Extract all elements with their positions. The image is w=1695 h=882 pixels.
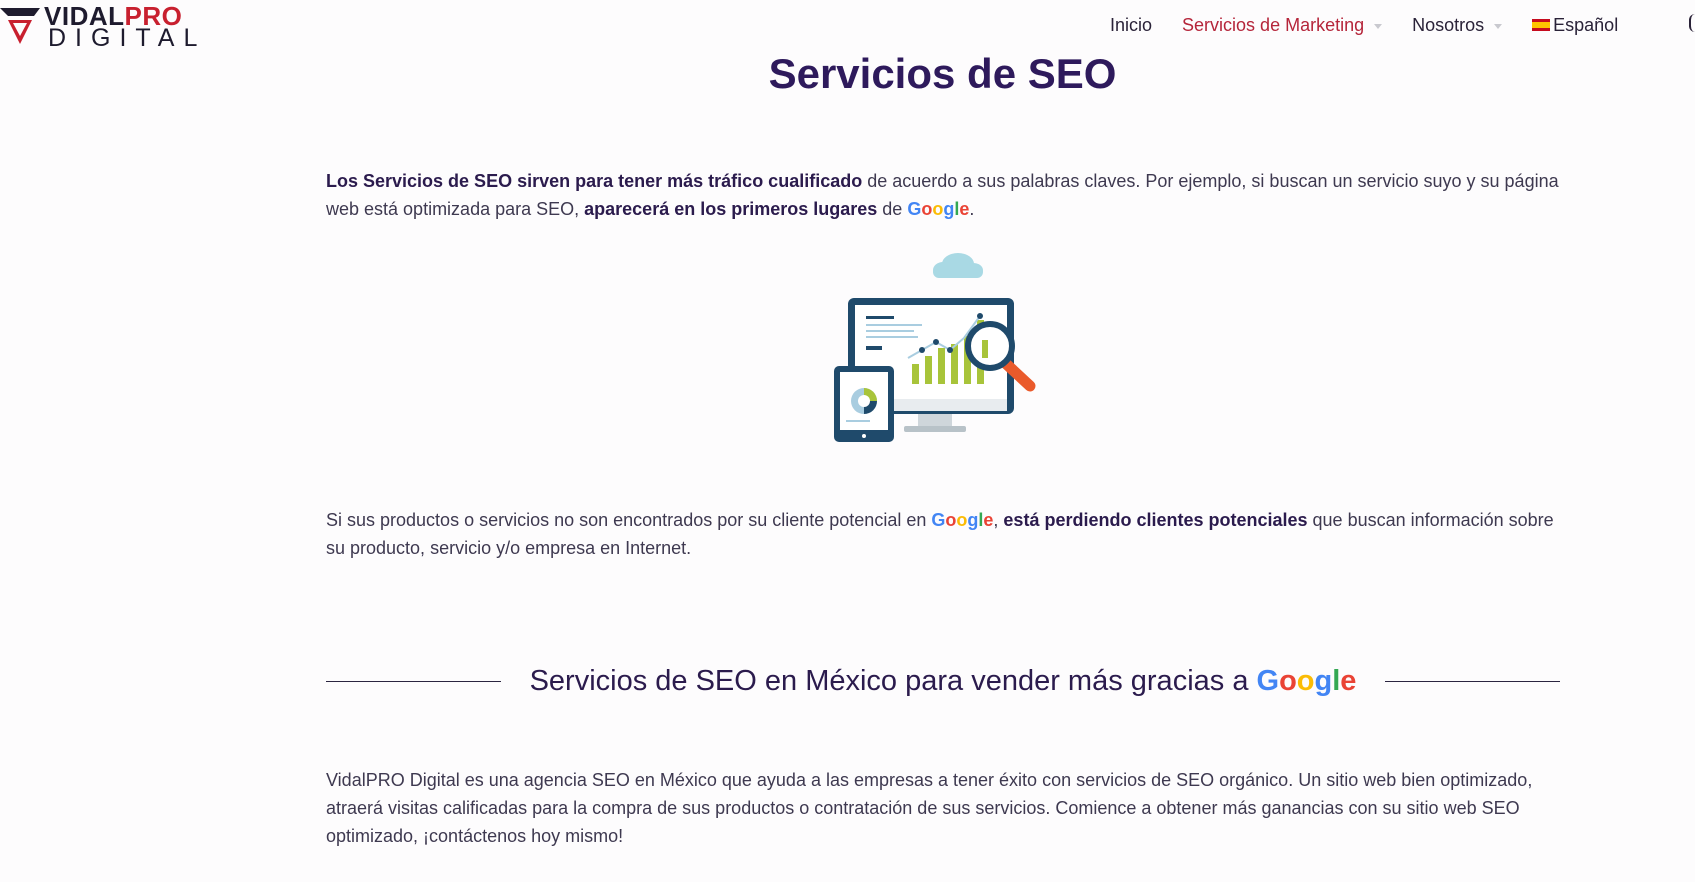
- cloud-icon: [933, 253, 983, 278]
- nav-language-label: Español: [1553, 14, 1619, 35]
- intro-bold-2: aparecerá en los primeros lugares: [584, 199, 878, 219]
- nav-servicios-label: Servicios de Marketing: [1182, 14, 1365, 35]
- intro-text-2: de: [877, 199, 908, 219]
- intro-bold-1: Los Servicios de SEO sirven para tener m…: [326, 171, 863, 191]
- google-wordmark: Google: [907, 199, 970, 219]
- nav-servicios-marketing[interactable]: Servicios de Marketing: [1182, 14, 1383, 36]
- nav-inicio-label: Inicio: [1110, 14, 1153, 35]
- google-wordmark: Google: [931, 510, 994, 530]
- google-wordmark: Google: [1256, 665, 1357, 697]
- section-title: Servicios de SEO en México para vender m…: [529, 665, 1357, 697]
- vidalpro-logo-icon: [0, 8, 40, 44]
- dropdown-caret-icon: [1374, 23, 1383, 29]
- main-nav: Inicio Servicios de Marketing Nosotros E…: [1110, 12, 1648, 38]
- seo-analytics-illustration: [834, 253, 1036, 442]
- nav-language-selector[interactable]: Español: [1532, 15, 1618, 36]
- page-title: Servicios de SEO: [768, 50, 1117, 97]
- second-bold: está perdiendo clientes potenciales: [1003, 510, 1308, 530]
- logo-subtitle: DIGITAL: [48, 24, 207, 52]
- dropdown-caret-icon: [1494, 23, 1503, 29]
- second-paragraph: Si sus productos o servicios no son enco…: [326, 506, 1560, 562]
- nav-inicio[interactable]: Inicio: [1110, 15, 1152, 36]
- heading-divider-left: [326, 681, 501, 682]
- spain-flag-icon: [1532, 19, 1551, 31]
- agency-paragraph: VidalPRO Digital es una agencia SEO en M…: [326, 770, 1533, 846]
- nav-nosotros[interactable]: Nosotros: [1412, 14, 1503, 36]
- heading-divider-right: [1385, 681, 1560, 682]
- intro-end: .: [969, 199, 975, 219]
- second-sep: ,: [993, 510, 1004, 530]
- site-logo[interactable]: VIDALPRO DIGITAL: [0, 2, 210, 52]
- tablet-icon: [834, 366, 894, 442]
- section-heading: Servicios de SEO en México para vender m…: [326, 665, 1560, 698]
- nav-nosotros-label: Nosotros: [1412, 14, 1485, 35]
- nav-edge-icon[interactable]: [1689, 14, 1695, 32]
- intro-paragraph: Los Servicios de SEO sirven para tener m…: [326, 167, 1560, 223]
- second-text-1: Si sus productos o servicios no son enco…: [326, 510, 932, 530]
